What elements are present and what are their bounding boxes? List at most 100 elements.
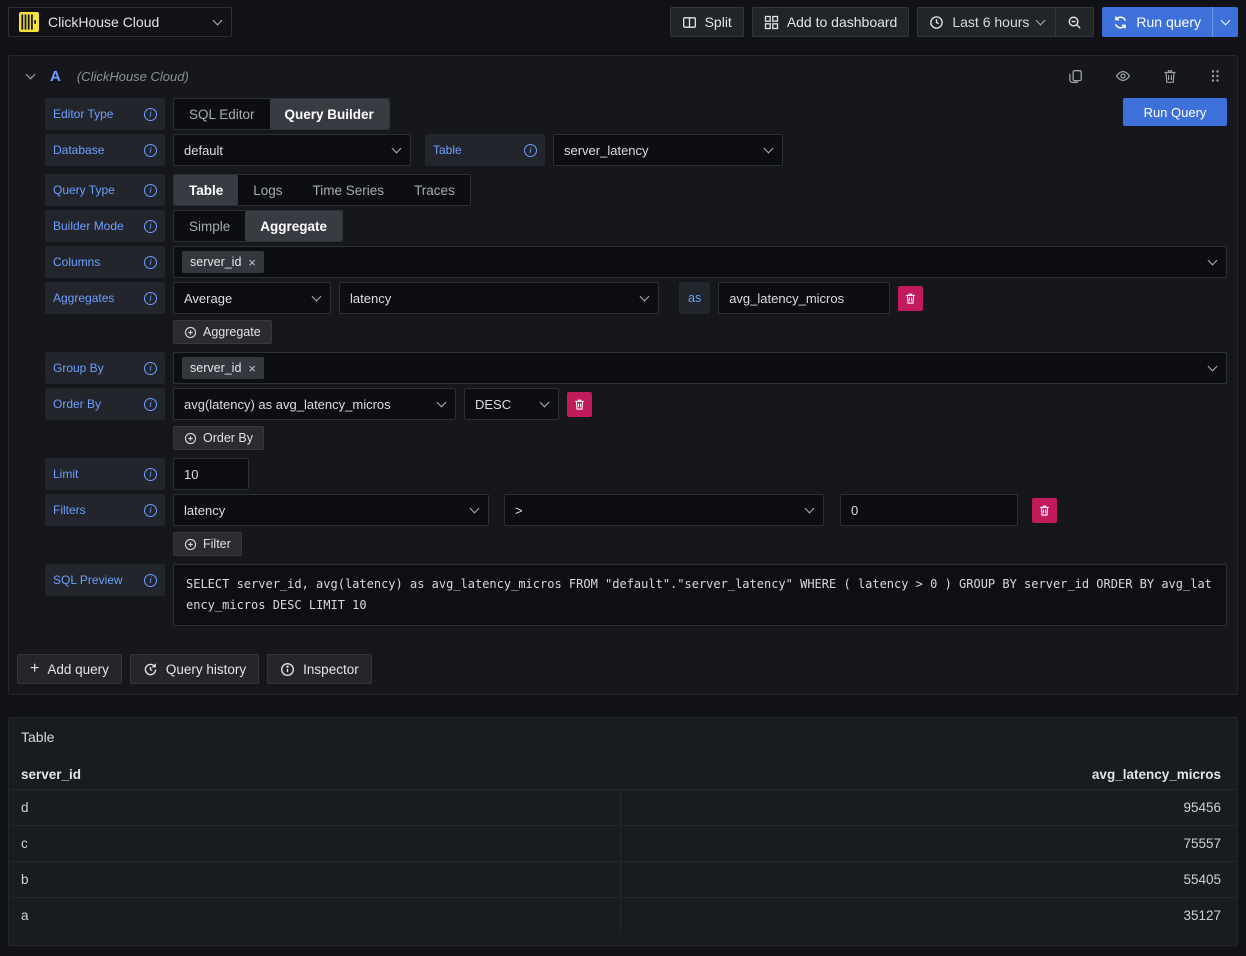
group-by-row: Group By i server_id × [45, 352, 1227, 384]
add-query-button[interactable]: + Add query [17, 654, 122, 684]
close-icon[interactable]: × [248, 256, 256, 269]
time-range-picker[interactable]: Last 6 hours [918, 8, 1055, 36]
drag-handle-icon [1209, 68, 1221, 84]
aggregate-alias-input[interactable]: avg_latency_micros [718, 282, 890, 314]
info-icon[interactable]: i [144, 504, 157, 517]
group-by-label: Group By i [45, 352, 165, 384]
chevron-down-icon [1036, 16, 1046, 26]
cell-avg-latency: 55405 [621, 862, 1237, 897]
aggregates-label: Aggregates i [45, 282, 165, 314]
order-by-field-select[interactable]: avg(latency) as avg_latency_micros [173, 388, 456, 420]
table-select[interactable]: server_latency [553, 134, 783, 166]
cell-avg-latency: 35127 [621, 898, 1237, 933]
collapse-query-icon[interactable] [26, 70, 36, 80]
info-icon[interactable]: i [144, 398, 157, 411]
info-icon[interactable]: i [144, 468, 157, 481]
drag-handle[interactable] [1209, 68, 1221, 84]
chip-label: server_id [190, 255, 241, 269]
plus-icon: + [30, 661, 39, 677]
cell-server-id: a [9, 898, 621, 933]
info-icon[interactable]: i [144, 292, 157, 305]
run-query-button[interactable]: Run query [1102, 7, 1212, 37]
builder-mode-label-text: Builder Mode [53, 219, 124, 233]
query-header: A (ClickHouse Cloud) [9, 56, 1237, 96]
filter-value-input[interactable]: 0 [840, 494, 1018, 526]
filter-operator-select[interactable]: > [504, 494, 824, 526]
info-icon[interactable]: i [144, 184, 157, 197]
query-history-label: Query history [166, 662, 246, 677]
eye-icon [1115, 68, 1131, 84]
aggregate-column-select[interactable]: latency [339, 282, 659, 314]
aggregate-alias-value: avg_latency_micros [729, 291, 844, 306]
zoom-out-time-button[interactable] [1055, 8, 1093, 36]
column-header-avg-latency-micros[interactable]: avg_latency_micros [621, 767, 1237, 782]
add-to-dashboard-button[interactable]: Add to dashboard [752, 7, 910, 37]
radio-simple[interactable]: Simple [174, 211, 245, 241]
info-icon[interactable]: i [144, 220, 157, 233]
builder-mode-radio-group: Simple Aggregate [173, 210, 343, 242]
order-by-row: Order By i avg(latency) as avg_latency_m… [45, 388, 1227, 420]
run-query-options-caret[interactable] [1212, 7, 1238, 37]
radio-traces[interactable]: Traces [399, 175, 470, 205]
radio-table[interactable]: Table [174, 175, 238, 205]
order-by-direction-select[interactable]: DESC [464, 388, 559, 420]
info-icon[interactable]: i [144, 362, 157, 375]
add-order-by-subrow: Order By [173, 426, 1227, 450]
columns-label: Columns i [45, 246, 165, 278]
group-by-multiselect[interactable]: server_id × [173, 352, 1227, 384]
run-query-inline-button[interactable]: Run Query [1123, 98, 1227, 126]
query-ref-id[interactable]: A [50, 68, 61, 85]
radio-logs[interactable]: Logs [238, 175, 297, 205]
order-by-label: Order By i [45, 388, 165, 420]
radio-query-builder[interactable]: Query Builder [270, 99, 389, 129]
radio-sql-editor[interactable]: SQL Editor [174, 99, 270, 129]
split-button[interactable]: Split [670, 7, 744, 37]
as-label: as [679, 282, 710, 314]
database-label: Database i [45, 134, 165, 166]
remove-order-by-button[interactable] [567, 392, 592, 417]
database-value: default [184, 143, 223, 158]
copy-icon [1068, 69, 1083, 84]
remove-query-button[interactable] [1163, 69, 1177, 84]
add-filter-button[interactable]: Filter [173, 532, 242, 556]
remove-filter-button[interactable] [1032, 498, 1057, 523]
panel-title: Table [9, 727, 1237, 745]
limit-input[interactable]: 10 [173, 458, 249, 490]
info-icon[interactable]: i [144, 574, 157, 587]
duplicate-query-button[interactable] [1068, 69, 1083, 84]
database-select[interactable]: default [173, 134, 411, 166]
column-header-server-id[interactable]: server_id [9, 767, 621, 782]
query-history-button[interactable]: Query history [130, 654, 259, 684]
datasource-picker[interactable]: ClickHouse Cloud [8, 7, 232, 37]
disable-query-button[interactable] [1115, 68, 1131, 84]
info-icon[interactable]: i [144, 256, 157, 269]
order-by-field-value: avg(latency) as avg_latency_micros [184, 397, 391, 412]
chevron-down-icon [640, 292, 650, 302]
table-label: Table i [425, 134, 545, 166]
close-icon[interactable]: × [248, 362, 256, 375]
info-icon[interactable]: i [144, 108, 157, 121]
split-label: Split [705, 14, 732, 30]
radio-time-series[interactable]: Time Series [298, 175, 400, 205]
radio-aggregate[interactable]: Aggregate [245, 211, 342, 241]
editor-type-label-text: Editor Type [53, 107, 113, 121]
inspector-button[interactable]: Inspector [267, 654, 372, 684]
columns-multiselect[interactable]: server_id × [173, 246, 1227, 278]
chevron-down-icon [764, 144, 774, 154]
query-type-label: Query Type i [45, 174, 165, 206]
history-icon [143, 662, 158, 677]
aggregate-function-select[interactable]: Average [173, 282, 331, 314]
sql-preview-label: SQL Preview i [45, 564, 165, 596]
toolbar-actions: Split Add to dashboard Last 6 hours [670, 7, 1238, 37]
add-aggregate-button[interactable]: Aggregate [173, 320, 272, 344]
add-order-by-button[interactable]: Order By [173, 426, 264, 450]
aggregate-function-value: Average [184, 291, 232, 306]
query-type-label-text: Query Type [53, 183, 115, 197]
zoom-out-icon [1067, 15, 1082, 30]
aggregate-column-value: latency [350, 291, 391, 306]
remove-aggregate-button[interactable] [898, 286, 923, 311]
database-label-text: Database [53, 143, 104, 157]
info-icon[interactable]: i [144, 144, 157, 157]
filter-field-select[interactable]: latency [173, 494, 489, 526]
info-icon[interactable]: i [524, 144, 537, 157]
